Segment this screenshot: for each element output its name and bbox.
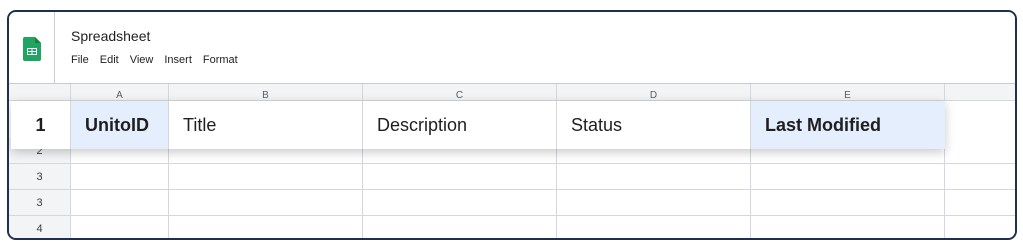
- cell[interactable]: [363, 190, 557, 216]
- menu-insert[interactable]: Insert: [164, 54, 192, 66]
- app-title: Spreadsheet: [71, 28, 151, 44]
- cell[interactable]: [169, 164, 363, 190]
- column-header-c[interactable]: C: [363, 84, 557, 101]
- menu-file[interactable]: File: [71, 54, 89, 66]
- menu-format[interactable]: Format: [203, 54, 238, 66]
- header-cell-unitoid[interactable]: UnitoID: [71, 101, 169, 149]
- table-row: 3: [9, 164, 1015, 190]
- cell[interactable]: [71, 190, 169, 216]
- cell[interactable]: [751, 216, 945, 238]
- select-all-corner[interactable]: [9, 84, 71, 101]
- spreadsheet-window: Spreadsheet File Edit View Insert Format…: [7, 10, 1017, 240]
- sheets-logo-icon: [23, 37, 41, 61]
- cell[interactable]: [557, 190, 751, 216]
- column-header-empty[interactable]: [945, 84, 1015, 101]
- cell[interactable]: [751, 190, 945, 216]
- header-row: 1 UnitoID Title Description Status Last …: [11, 101, 945, 149]
- column-header-b[interactable]: B: [169, 84, 363, 101]
- cell[interactable]: [71, 216, 169, 238]
- cell[interactable]: [945, 216, 1015, 238]
- cell[interactable]: [945, 164, 1015, 190]
- column-header-d[interactable]: D: [557, 84, 751, 101]
- table-row: 4: [9, 216, 1015, 238]
- header-cell-status[interactable]: Status: [557, 101, 751, 149]
- row-number[interactable]: 3: [9, 164, 71, 190]
- header-cell-last-modified[interactable]: Last Modified: [751, 101, 945, 149]
- cell[interactable]: [557, 164, 751, 190]
- cell[interactable]: [169, 216, 363, 238]
- cell[interactable]: [363, 164, 557, 190]
- cell[interactable]: [363, 216, 557, 238]
- cell[interactable]: [557, 216, 751, 238]
- row-number[interactable]: 4: [9, 216, 71, 238]
- cell[interactable]: [71, 164, 169, 190]
- row-number-header[interactable]: 1: [11, 101, 71, 149]
- menu-edit[interactable]: Edit: [100, 54, 119, 66]
- menu-view[interactable]: View: [130, 54, 154, 66]
- logo-area: [9, 12, 55, 83]
- cell[interactable]: [945, 190, 1015, 216]
- header-cell-description[interactable]: Description: [363, 101, 557, 149]
- cell[interactable]: [169, 190, 363, 216]
- row-number[interactable]: 3: [9, 190, 71, 216]
- cell[interactable]: [751, 164, 945, 190]
- column-header-e[interactable]: E: [751, 84, 945, 101]
- table-row: 3: [9, 190, 1015, 216]
- header-cell-title[interactable]: Title: [169, 101, 363, 149]
- column-header-a[interactable]: A: [71, 84, 169, 101]
- cell[interactable]: [945, 138, 1015, 164]
- app-bar: Spreadsheet File Edit View Insert Format: [9, 12, 1015, 84]
- menu-bar: File Edit View Insert Format: [71, 54, 249, 66]
